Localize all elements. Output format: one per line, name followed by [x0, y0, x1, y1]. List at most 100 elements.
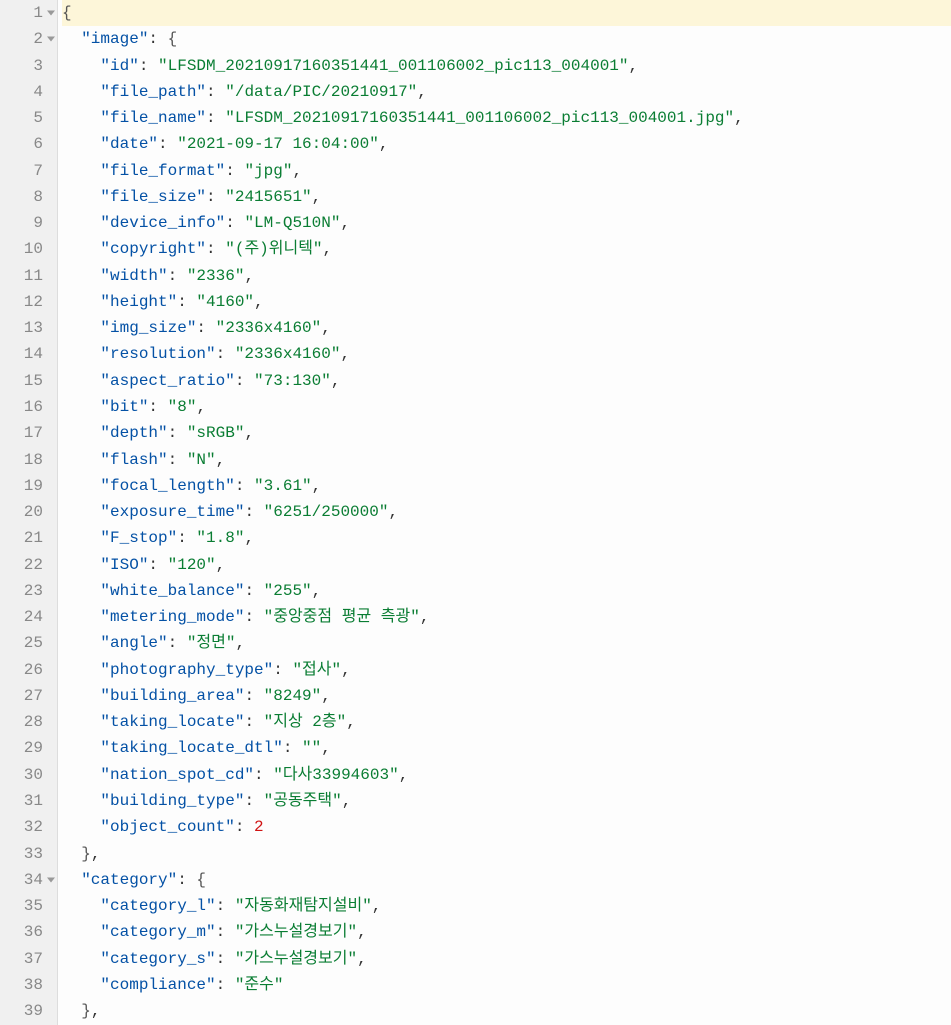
token-str: "sRGB": [187, 424, 245, 442]
token-str: "": [302, 739, 321, 757]
token-pun: ,: [331, 372, 341, 390]
code-line[interactable]: "taking_locate_dtl": "",: [62, 735, 951, 761]
code-line[interactable]: "bit": "8",: [62, 394, 951, 420]
code-line[interactable]: "img_size": "2336x4160",: [62, 315, 951, 341]
code-line[interactable]: "file_size": "2415651",: [62, 184, 951, 210]
line-number: 17: [0, 420, 57, 446]
token-pun: ,: [388, 503, 398, 521]
token-pun: :: [168, 424, 187, 442]
token-key: "object_count": [100, 818, 234, 836]
code-line[interactable]: "building_area": "8249",: [62, 683, 951, 709]
code-line[interactable]: "height": "4160",: [62, 289, 951, 315]
code-line[interactable]: },: [62, 998, 951, 1024]
token-str: "3.61": [254, 477, 312, 495]
code-line[interactable]: "photography_type": "접사",: [62, 657, 951, 683]
token-pun: :: [254, 766, 273, 784]
token-pun: :: [206, 188, 225, 206]
line-number: 4: [0, 79, 57, 105]
code-line[interactable]: {: [62, 0, 951, 26]
line-number: 3: [0, 53, 57, 79]
code-line[interactable]: "depth": "sRGB",: [62, 420, 951, 446]
code-line[interactable]: "focal_length": "3.61",: [62, 473, 951, 499]
token-key: "building_area": [100, 687, 244, 705]
code-line[interactable]: "F_stop": "1.8",: [62, 525, 951, 551]
code-editor-area[interactable]: { "image": { "id": "LFSDM_20210917160351…: [58, 0, 951, 1025]
token-key: "width": [100, 267, 167, 285]
line-number: 26: [0, 657, 57, 683]
code-line[interactable]: "exposure_time": "6251/250000",: [62, 499, 951, 525]
code-line[interactable]: "file_format": "jpg",: [62, 158, 951, 184]
code-line[interactable]: "compliance": "준수": [62, 972, 951, 998]
token-pun: ,: [196, 398, 206, 416]
code-line[interactable]: "taking_locate": "지상 2층",: [62, 709, 951, 735]
token-str: "가스누설경보기": [235, 923, 357, 941]
token-str: "공동주택": [264, 792, 342, 810]
code-line[interactable]: },: [62, 841, 951, 867]
token-pun: ,: [91, 1002, 101, 1020]
token-pun: :: [216, 923, 235, 941]
token-pun: :: [148, 556, 167, 574]
code-line[interactable]: "category_s": "가스누설경보기",: [62, 946, 951, 972]
code-line[interactable]: "copyright": "(주)위니텍",: [62, 236, 951, 262]
line-number: 31: [0, 788, 57, 814]
token-str: "4160": [196, 293, 254, 311]
token-pun: ,: [346, 713, 356, 731]
token-key: "file_path": [100, 83, 206, 101]
token-str: "120": [168, 556, 216, 574]
line-number-foldable[interactable]: 1: [0, 0, 57, 26]
token-str: "접사": [292, 661, 341, 679]
token-key: "flash": [100, 451, 167, 469]
code-line[interactable]: "file_name": "LFSDM_20210917160351441_00…: [62, 105, 951, 131]
code-line[interactable]: "device_info": "LM-Q510N",: [62, 210, 951, 236]
code-line[interactable]: "nation_spot_cd": "다사33994603",: [62, 762, 951, 788]
code-line[interactable]: "width": "2336",: [62, 263, 951, 289]
line-number: 19: [0, 473, 57, 499]
line-number: 27: [0, 683, 57, 709]
token-pun: ,: [321, 739, 331, 757]
token-pun: ,: [321, 319, 331, 337]
token-key: "copyright": [100, 240, 206, 258]
code-line[interactable]: "white_balance": "255",: [62, 578, 951, 604]
token-pun: ,: [321, 687, 331, 705]
token-pun: :: [196, 319, 215, 337]
code-line[interactable]: "image": {: [62, 26, 951, 52]
token-key: "id": [100, 57, 138, 75]
code-line[interactable]: "category_m": "가스누설경보기",: [62, 919, 951, 945]
code-line[interactable]: "object_count": 2: [62, 814, 951, 840]
code-line[interactable]: "aspect_ratio": "73:130",: [62, 368, 951, 394]
code-line[interactable]: "building_type": "공동주택",: [62, 788, 951, 814]
token-str: "중앙중점 평균 측광": [264, 608, 420, 626]
code-line[interactable]: "category": {: [62, 867, 951, 893]
line-number: 12: [0, 289, 57, 315]
token-str: "N": [187, 451, 216, 469]
line-number: 35: [0, 893, 57, 919]
line-number: 29: [0, 735, 57, 761]
token-pun: ,: [340, 214, 350, 232]
code-line[interactable]: "category_l": "자동화재탐지설비",: [62, 893, 951, 919]
token-pun: ,: [292, 162, 302, 180]
code-line[interactable]: "angle": "정면",: [62, 630, 951, 656]
line-number: 38: [0, 972, 57, 998]
token-key: "taking_locate_dtl": [100, 739, 282, 757]
code-line[interactable]: "flash": "N",: [62, 447, 951, 473]
code-line[interactable]: "file_path": "/data/PIC/20210917",: [62, 79, 951, 105]
line-number: 14: [0, 341, 57, 367]
code-line[interactable]: "metering_mode": "중앙중점 평균 측광",: [62, 604, 951, 630]
token-key: "height": [100, 293, 177, 311]
token-pun: :: [225, 214, 244, 232]
line-number: 5: [0, 105, 57, 131]
token-pun: ,: [312, 582, 322, 600]
code-line[interactable]: "resolution": "2336x4160",: [62, 341, 951, 367]
code-line[interactable]: "date": "2021-09-17 16:04:00",: [62, 131, 951, 157]
token-str: "다사33994603": [273, 766, 398, 784]
line-number-foldable[interactable]: 34: [0, 867, 57, 893]
line-number-foldable[interactable]: 2: [0, 26, 57, 52]
token-key: "photography_type": [100, 661, 273, 679]
line-number: 16: [0, 394, 57, 420]
token-str: "jpg": [244, 162, 292, 180]
code-line[interactable]: "ISO": "120",: [62, 552, 951, 578]
token-key: "img_size": [100, 319, 196, 337]
token-pun: ,: [312, 188, 322, 206]
code-line[interactable]: "id": "LFSDM_20210917160351441_001106002…: [62, 53, 951, 79]
token-pun: ,: [244, 424, 254, 442]
